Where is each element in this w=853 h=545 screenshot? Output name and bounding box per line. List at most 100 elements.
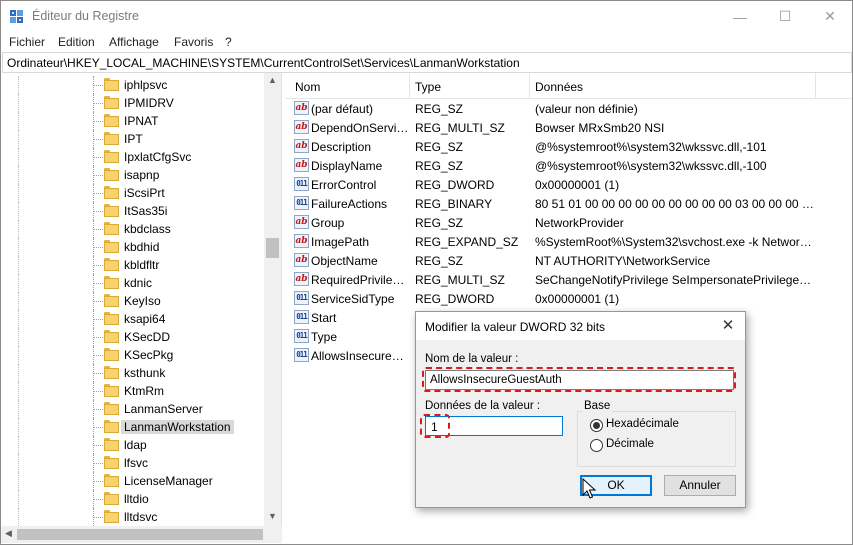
tree-item-label: IPT (124, 132, 143, 146)
tree-item-label: lfsvc (124, 456, 148, 470)
value-data: NT AUTHORITY\NetworkService (535, 254, 711, 268)
tree-item[interactable]: ldap (1, 436, 263, 454)
scroll-up-icon[interactable]: ▲ (268, 75, 277, 85)
tree-item[interactable]: IPT (1, 130, 263, 148)
tree-guide (18, 508, 19, 526)
menu-bar: Fichier Edition Affichage Favoris ? (1, 32, 852, 52)
column-data-header[interactable]: Données (530, 73, 816, 99)
value-row[interactable]: ab DependOnService REG_MULTI_SZ Bowser MRxS… (286, 118, 852, 137)
tree-item[interactable]: LanmanServer (1, 400, 263, 418)
tree-item-label: ldap (124, 438, 147, 452)
radio-hexadecimal-label[interactable]: Hexadécimale (606, 418, 679, 430)
registry-app-icon (10, 10, 23, 23)
close-button[interactable]: ✕ (807, 1, 853, 32)
tree-item[interactable]: IPMIDRV (1, 94, 263, 112)
dialog-close-icon[interactable]: ✕ (716, 316, 740, 336)
tree-guide (18, 382, 19, 400)
tree-guide (93, 355, 103, 356)
tree-item[interactable]: lfsvc (1, 454, 263, 472)
menu-affichage[interactable]: Affichage (109, 35, 159, 49)
tree-item[interactable]: ksthunk (1, 364, 263, 382)
value-type: REG_MULTI_SZ (415, 121, 505, 135)
value-row[interactable]: ab Description REG_SZ @%systemroot%\system3… (286, 137, 852, 156)
tree-item[interactable]: iScsiPrt (1, 184, 263, 202)
folder-icon (104, 294, 119, 307)
folder-icon (104, 438, 119, 451)
tree-item[interactable]: ksapi64 (1, 310, 263, 328)
binary-value-icon: 011 (294, 329, 309, 343)
menu-fichier[interactable]: Fichier (9, 35, 45, 49)
tree-item[interactable]: lltdio (1, 490, 263, 508)
value-row[interactable]: ab Group REG_SZ NetworkProvider (286, 213, 852, 232)
value-row[interactable]: 011 ErrorControl REG_DWORD 0x00000001 (1) (286, 175, 852, 194)
value-row[interactable]: ab DisplayName REG_SZ @%systemroot%\system3… (286, 156, 852, 175)
tree-hscroll-thumb[interactable] (17, 529, 263, 540)
cancel-button[interactable]: Annuler (664, 475, 736, 496)
scroll-down-icon[interactable]: ▼ (268, 511, 277, 521)
folder-icon (104, 258, 119, 271)
tree-item[interactable]: kbldfltr (1, 256, 263, 274)
radio-decimal[interactable] (590, 439, 603, 452)
tree-item[interactable]: IPNAT (1, 112, 263, 130)
tree-item-label: isapnp (124, 168, 160, 182)
tree-item[interactable]: KtmRm (1, 382, 263, 400)
value-data: 0x00000001 (1) (535, 178, 620, 192)
address-bar[interactable]: Ordinateur\HKEY_LOCAL_MACHINE\SYSTEM\Cur… (2, 52, 852, 73)
tree-item[interactable]: isapnp (1, 166, 263, 184)
minimize-button[interactable]: — (717, 1, 763, 32)
tree-item[interactable]: lltdsvc (1, 508, 263, 526)
string-value-icon: ab (294, 139, 309, 153)
dialog-title: Modifier la valeur DWORD 32 bits (425, 320, 606, 334)
tree-item[interactable]: KSecPkg (1, 346, 263, 364)
tree-guide (93, 391, 103, 392)
mouse-cursor-icon (582, 478, 597, 499)
tree-guide (93, 301, 103, 302)
tree-item[interactable]: kdnic (1, 274, 263, 292)
tree-item[interactable]: ItSas35i (1, 202, 263, 220)
string-value-icon: ab (294, 101, 309, 115)
folder-icon (104, 510, 119, 523)
tree-vertical-scrollbar[interactable]: ▲ ▼ (264, 73, 281, 526)
column-name-header[interactable]: Nom (290, 73, 410, 99)
value-row[interactable]: 011 ServiceSidType REG_DWORD 0x00000001 (1) (286, 289, 852, 308)
menu-edition[interactable]: Edition (58, 35, 95, 49)
value-row[interactable]: ab ObjectName REG_SZ NT AUTHORITY\NetworkSe… (286, 251, 852, 270)
tree-guide (93, 337, 103, 338)
radio-decimal-label[interactable]: Décimale (606, 438, 654, 450)
tree-item[interactable]: LicenseManager (1, 472, 263, 490)
tree-guide (93, 373, 103, 374)
value-name: Start (311, 311, 337, 325)
value-row[interactable]: 011 FailureActions REG_BINARY 80 51 01 00 0… (286, 194, 852, 213)
tree-guide (93, 445, 103, 446)
folder-icon (104, 240, 119, 253)
tree-guide (18, 220, 19, 238)
tree-horizontal-scrollbar[interactable]: ◀ (1, 526, 282, 543)
maximize-button[interactable]: ☐ (762, 1, 808, 32)
tree-item-label: kbdhid (124, 240, 160, 254)
string-value-icon: ab (294, 120, 309, 134)
radio-hexadecimal[interactable] (590, 419, 603, 432)
value-data-label: Données de la valeur : (425, 400, 541, 412)
value-type: REG_EXPAND_SZ (415, 235, 519, 249)
value-row[interactable]: ab RequiredPrivileg... REG_MULTI_SZ SeChang… (286, 270, 852, 289)
tree-item[interactable]: kbdhid (1, 238, 263, 256)
tree-guide (93, 319, 103, 320)
scroll-left-icon[interactable]: ◀ (5, 528, 12, 539)
tree-item[interactable]: iphlpsvc (1, 76, 263, 94)
tree-guide (93, 427, 103, 428)
tree-scroll-thumb[interactable] (266, 238, 279, 258)
column-type-header[interactable]: Type (410, 73, 530, 99)
tree-item[interactable]: KSecDD (1, 328, 263, 346)
menu-help[interactable]: ? (225, 35, 232, 49)
tree-guide (18, 364, 19, 382)
tree-item[interactable]: IpxlatCfgSvc (1, 148, 263, 166)
tree-item[interactable]: KeyIso (1, 292, 263, 310)
tree-item[interactable]: LanmanWorkstation (1, 418, 263, 436)
value-row[interactable]: ab (par défaut) REG_SZ (valeur non définie) (286, 99, 852, 118)
tree-item[interactable]: kbdclass (1, 220, 263, 238)
value-row[interactable]: ab ImagePath REG_EXPAND_SZ %SystemRoot%\Sys… (286, 232, 852, 251)
tree-guide (93, 121, 103, 122)
menu-favoris[interactable]: Favoris (174, 35, 213, 49)
folder-icon (104, 96, 119, 109)
folder-icon (104, 474, 119, 487)
